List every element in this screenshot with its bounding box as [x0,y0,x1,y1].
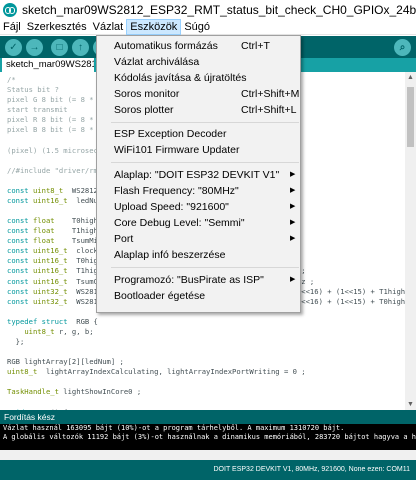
serial-monitor-button[interactable]: ⌕ [394,39,411,56]
menu-bar: Fájl Szerkesztés Vázlat Eszközök Súgó [0,18,416,35]
new-file-icon: □ [56,42,63,53]
menu-item-shortcut: Ctrl+Shift+M [241,88,300,100]
code-line: RGB lightArray[2][ledNum] ; [7,357,124,367]
menu-item-label: ESP Exception Decoder [114,128,227,140]
menu-item-wifi101-updater[interactable]: WiFi101 Firmware Updater [97,142,300,158]
menu-item-shortcut: Ctrl+Shift+L [241,104,297,116]
console-scrollbar[interactable] [0,450,416,460]
magnifier-icon: ⌕ [399,42,406,53]
menu-item-label: Soros monitor [114,88,180,100]
menu-item-label: Programozó: "BusPirate as ISP" [114,274,264,286]
menu-separator [111,162,299,163]
submenu-arrow-icon: ▶ [290,235,296,242]
console-line: Vázlat használ 163095 bájt (10%)-ot a pr… [3,424,345,432]
menu-item-serial-plotter[interactable]: Soros plotter Ctrl+Shift+L [97,102,300,118]
submenu-arrow-icon: ▶ [290,187,296,194]
menu-sketch[interactable]: Vázlat [90,19,127,35]
menu-item-fix-encoding[interactable]: Kódolás javítása & újratöltés [97,70,300,86]
menu-item-shortcut: Ctrl+T [241,40,270,52]
menu-item-programmer[interactable]: Programozó: "BusPirate as ISP" ▶ [97,272,300,288]
code-line: uint8_t lightArrayIndexCalculating, ligh… [7,367,306,377]
menu-item-label: Kódolás javítása & újratöltés [114,72,247,84]
arrow-up-icon: ↑ [78,42,83,53]
bottom-bar: DOIT ESP32 DEVKIT V1, 80MHz, 921600, Non… [0,460,416,480]
new-button[interactable]: □ [51,39,68,56]
scroll-up-arrow-icon[interactable]: ▲ [405,72,416,83]
menu-item-core-debug-level[interactable]: Core Debug Level: "Semmi" ▶ [97,215,300,231]
menu-item-auto-format[interactable]: Automatikus formázás Ctrl+T [97,38,300,54]
menu-edit[interactable]: Szerkesztés [24,19,90,35]
menu-item-archive-sketch[interactable]: Vázlat archiválása [97,54,300,70]
menu-item-serial-monitor[interactable]: Soros monitor Ctrl+Shift+M [97,86,300,102]
menu-item-port[interactable]: Port ▶ [97,231,300,247]
board-info: DOIT ESP32 DEVKIT V1, 80MHz, 921600, Non… [213,466,411,473]
menu-item-label: Port [114,233,134,245]
menu-separator [111,122,299,123]
menu-item-label: Alaplap infó beszerzése [114,249,226,261]
menu-tools[interactable]: Eszközök [126,18,182,35]
submenu-arrow-icon: ▶ [290,276,296,283]
title-bar: sketch_mar09WS2812_ESP32_RMT_status_bit_… [0,0,416,19]
menu-item-label: Soros plotter [114,104,174,116]
menu-item-flash-frequency[interactable]: Flash Frequency: "80MHz" ▶ [97,183,300,199]
scroll-thumb[interactable] [407,87,414,147]
menu-item-label: Flash Frequency: "80MHz" [114,185,239,197]
submenu-arrow-icon: ▶ [290,219,296,226]
arrow-right-icon: → [29,42,40,53]
menu-file[interactable]: Fájl [0,19,24,35]
menu-item-get-board-info[interactable]: Alaplap infó beszerzése [97,247,300,263]
tab-sketch[interactable]: sketch_mar09WS2812_ESP32 [2,58,94,72]
menu-item-label: Upload Speed: "921600" [114,201,229,213]
tools-dropdown-menu: Automatikus formázás Ctrl+T Vázlat archi… [96,35,301,313]
code-line: uint8_t r, g, b; [24,326,94,336]
console-line: A globális változók 11192 bájt (3%)-ot h… [3,433,416,441]
menu-item-label: Alaplap: "DOIT ESP32 DEVKIT V1" [114,169,280,181]
code-line: typedef struct RGB { [7,316,98,326]
checkmark-icon: ✓ [9,42,18,53]
code-line: }; [7,337,25,347]
menu-item-esp-exception-decoder[interactable]: ESP Exception Decoder [97,126,300,142]
verify-button[interactable]: ✓ [5,39,22,56]
menu-item-upload-speed[interactable]: Upload Speed: "921600" ▶ [97,199,300,215]
menu-item-label: Core Debug Level: "Semmi" [114,217,245,229]
menu-item-label: Automatikus formázás [114,40,218,52]
submenu-arrow-icon: ▶ [290,171,296,178]
arduino-logo-icon [3,2,17,17]
menu-item-label: Vázlat archiválása [114,56,200,68]
menu-item-label: Bootloader égetése [114,290,206,302]
window-title: sketch_mar09WS2812_ESP32_RMT_status_bit_… [21,2,416,17]
menu-help[interactable]: Súgó [181,19,213,35]
upload-button[interactable]: → [26,39,43,56]
menu-separator [111,267,299,268]
submenu-arrow-icon: ▶ [290,203,296,210]
menu-item-label: WiFi101 Firmware Updater [114,144,240,156]
menu-item-burn-bootloader[interactable]: Bootloader égetése [97,288,300,304]
status-bar: Fordítás kész [0,410,416,424]
editor-scrollbar[interactable]: ▲ ▼ [405,72,416,410]
menu-item-board[interactable]: Alaplap: "DOIT ESP32 DEVKIT V1" ▶ [97,167,300,183]
scroll-down-arrow-icon[interactable]: ▼ [405,399,416,410]
open-button[interactable]: ↑ [72,39,89,56]
code-line: TaskHandle_t lightShowInCore0 ; [7,387,142,397]
